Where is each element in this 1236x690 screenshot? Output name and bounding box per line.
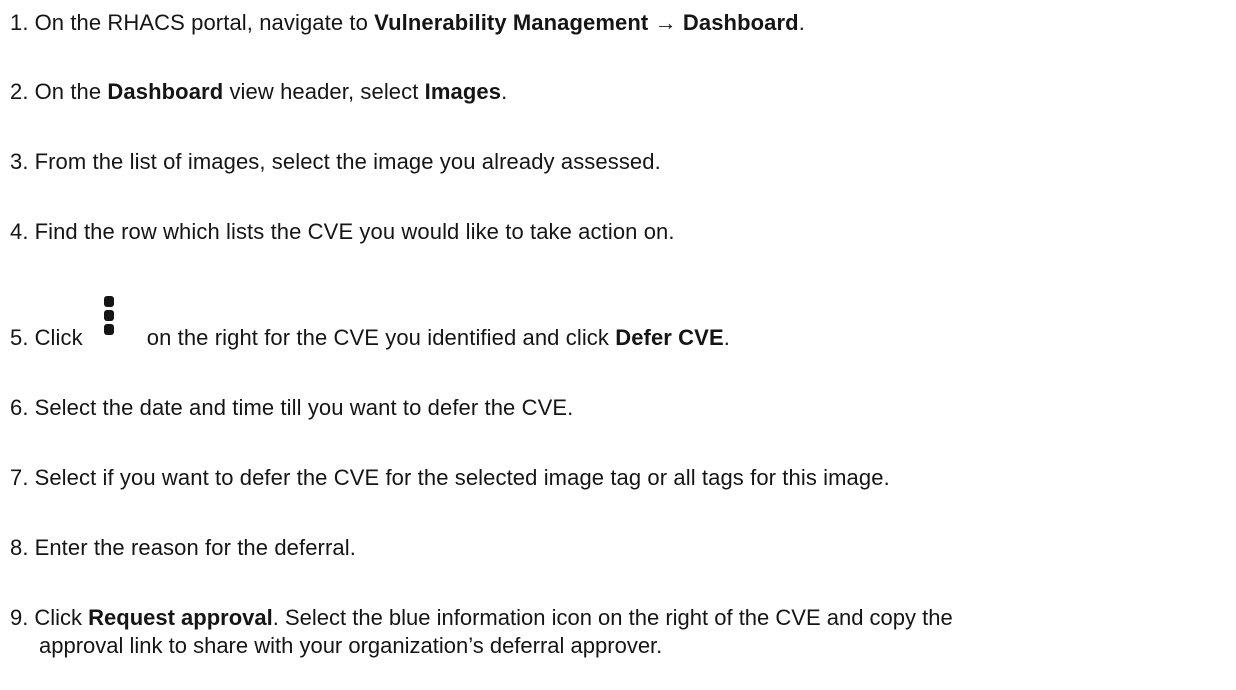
step-text: On the [34, 79, 108, 104]
step-text: . [501, 79, 508, 104]
step-text: view header, select [223, 79, 425, 104]
step-number: 5. [10, 325, 29, 350]
step-text: From the list of images, select the imag… [34, 149, 661, 174]
menu-path: Vulnerability Management → Dashboard [374, 10, 799, 35]
step-text: on the right for the CVE you identified … [146, 325, 616, 350]
step-text: . [798, 10, 805, 35]
step-2: 2. On the Dashboard view header, select I… [10, 78, 507, 106]
step-text: Click [34, 325, 83, 350]
step-number: 6. [10, 395, 29, 420]
step-text: Select the date and time till you want t… [34, 395, 574, 420]
step-8: 8. Enter the reason for the deferral. [10, 534, 356, 562]
view-name: Dashboard [107, 79, 224, 104]
step-text: Select if you want to defer the CVE for … [34, 465, 890, 490]
step-7: 7. Select if you want to defer the CVE fo… [10, 464, 890, 492]
step-number: 4. [10, 219, 29, 244]
step-number: 3. [10, 149, 29, 174]
step-text: Enter the reason for the deferral. [34, 535, 356, 560]
action-name: Request approval [88, 605, 273, 630]
action-name: Defer CVE [615, 325, 724, 350]
step-4: 4. Find the row which lists the CVE you w… [10, 218, 675, 246]
step-number: 9. [10, 605, 29, 630]
step-number: 7. [10, 465, 29, 490]
step-number: 2. [10, 79, 29, 104]
step-1: 1. On the RHACS portal, navigate to Vulne… [10, 9, 805, 37]
step-continuation: approval link to share with your organiz… [39, 633, 663, 658]
step-5: 5. Click on the right for the CVE you iden… [10, 296, 730, 352]
kebab-menu-icon [83, 296, 147, 352]
step-number: 1. [10, 10, 29, 35]
step-text: Click [34, 605, 89, 630]
step-number: 8. [10, 535, 29, 560]
step-3: 3. From the list of images, select the im… [10, 148, 661, 176]
step-6: 6. Select the date and time till you want… [10, 394, 573, 422]
step-9: 9. Click Request approval. Select the blu… [10, 604, 1200, 660]
step-text: . [723, 325, 730, 350]
option-name: Images [424, 79, 502, 104]
step-text: Find the row which lists the CVE you wou… [34, 219, 675, 244]
step-text: On the RHACS portal, navigate to [34, 10, 375, 35]
step-text: . Select the blue information icon on th… [272, 605, 953, 630]
